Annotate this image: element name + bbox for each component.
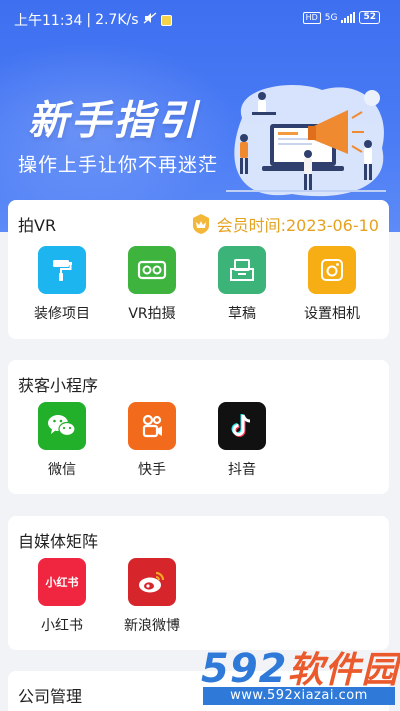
section-title-company: 公司管理 xyxy=(18,687,83,706)
grid-item-xiaohongshu[interactable]: 小红书 小红书 xyxy=(17,558,107,635)
hero-title: 新手指引 xyxy=(28,98,200,144)
grid-item-label: 微信 xyxy=(48,462,76,478)
app-notification-icon xyxy=(160,14,172,26)
grid-item-wechat[interactable]: 微信 xyxy=(17,402,107,479)
grid-item-weibo[interactable]: 新浪微博 xyxy=(107,558,197,635)
vr-section-card: 拍VR 会员时间:2023-06-10 装修项目 VR拍摄 草稿 设置相机 xyxy=(8,200,389,339)
grid-item-camera-settings[interactable]: 设置相机 xyxy=(287,246,377,323)
grid-item-label: 设置相机 xyxy=(304,306,360,322)
self-media-section-card: 自媒体矩阵 小红书 小红书 新浪微博 xyxy=(8,516,389,650)
status-bar: 上午11:34 | 2.7K/s HD 5G 52 xyxy=(0,0,400,36)
membership-expiry: 会员时间:2023-06-10 xyxy=(189,212,379,236)
douyin-icon xyxy=(218,402,266,450)
member-badge-icon xyxy=(192,214,209,234)
wechat-icon xyxy=(38,402,86,450)
mini-program-section-card: 获客小程序 微信 快手 抖音 xyxy=(8,360,389,494)
paint-roller-icon xyxy=(38,246,86,294)
camera-icon xyxy=(308,246,356,294)
watermark-logo: 592软件园 xyxy=(201,646,399,692)
grid-item-draft[interactable]: 草稿 xyxy=(197,246,287,323)
grid-item-label: VR拍摄 xyxy=(128,306,176,322)
site-watermark: 592软件园 www.592xiazai.com xyxy=(197,637,400,711)
network-type: 5G xyxy=(324,12,338,23)
grid-item-renovation[interactable]: 装修项目 xyxy=(17,246,107,323)
grid-item-label: 草稿 xyxy=(228,306,256,322)
section-title-mini-program: 获客小程序 xyxy=(18,376,99,395)
membership-text: 会员时间:2023-06-10 xyxy=(216,216,379,235)
battery-indicator: 52 xyxy=(359,11,380,24)
status-time: 上午11:34 xyxy=(14,13,83,29)
watermark-url: www.592xiazai.com xyxy=(203,687,395,705)
hd-badge: HD xyxy=(302,11,321,24)
grid-item-vr-shoot[interactable]: VR拍摄 xyxy=(107,246,197,323)
hero-subtitle: 操作上手让你不再迷茫 xyxy=(18,154,219,176)
network-speed: 2.7K/s xyxy=(95,12,139,28)
section-title-vr: 拍VR xyxy=(18,216,57,235)
grid-item-kuaishou[interactable]: 快手 xyxy=(107,402,197,479)
hero-banner[interactable]: 上午11:34 | 2.7K/s HD 5G 52 新手指引 操作上手让你不再迷… xyxy=(0,0,400,232)
signal-icon xyxy=(341,12,356,23)
grid-item-label: 装修项目 xyxy=(34,306,90,322)
grid-item-label: 抖音 xyxy=(228,462,256,478)
vr-glasses-icon xyxy=(128,246,176,294)
grid-item-label: 小红书 xyxy=(41,618,83,634)
guide-illustration xyxy=(226,85,386,197)
draft-box-icon xyxy=(218,246,266,294)
grid-item-label: 新浪微博 xyxy=(124,618,180,634)
kuaishou-icon xyxy=(128,402,176,450)
mute-icon xyxy=(143,12,157,28)
grid-item-douyin[interactable]: 抖音 xyxy=(197,402,287,479)
xiaohongshu-icon: 小红书 xyxy=(38,558,86,606)
grid-item-label: 快手 xyxy=(138,462,166,478)
section-title-self-media: 自媒体矩阵 xyxy=(18,532,99,551)
weibo-icon xyxy=(128,558,176,606)
